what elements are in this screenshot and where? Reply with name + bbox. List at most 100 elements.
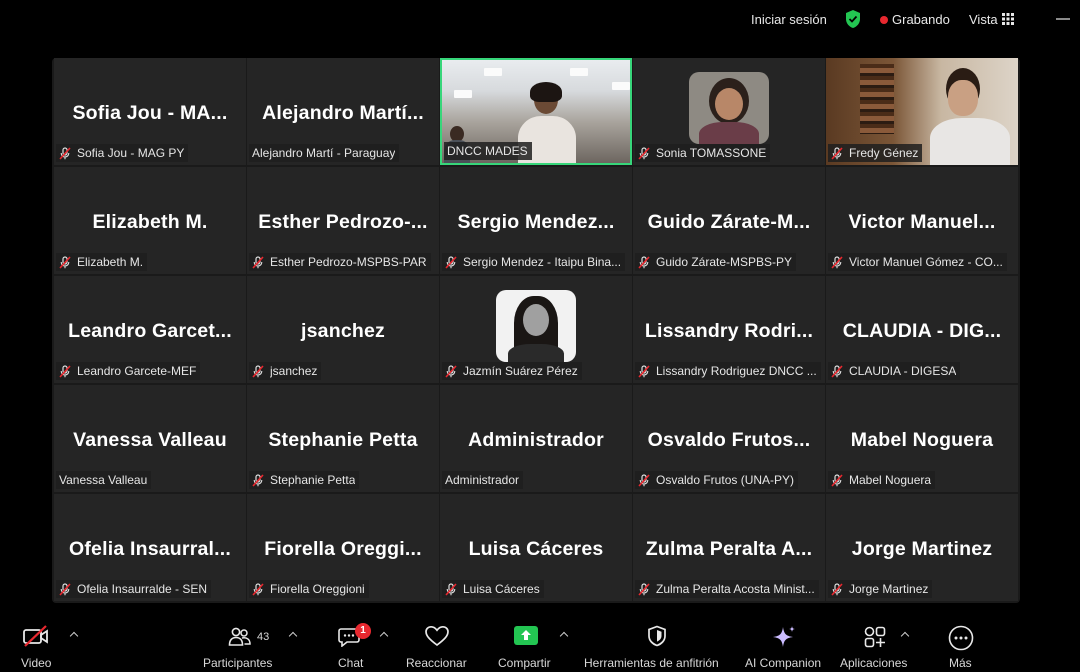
video-options-caret-icon[interactable] xyxy=(69,631,79,641)
mic-muted-icon xyxy=(252,473,264,487)
participant-name-text: Jazmín Suárez Pérez xyxy=(463,364,578,378)
participant-display-name: Fiorella Oreggi... xyxy=(264,538,422,560)
participant-tile[interactable]: Zulma Peralta A... Zulma Peralta Acosta M… xyxy=(633,494,825,601)
participant-tile[interactable]: Victor Manuel... Victor Manuel Gómez - CO… xyxy=(826,167,1018,274)
participant-name-text: Stephanie Petta xyxy=(270,473,356,487)
mic-muted-icon xyxy=(831,255,843,269)
participant-display-name: CLAUDIA - DIG... xyxy=(842,320,1002,342)
participant-tile[interactable]: Lissandry Rodri... Lissandry Rodriguez DN… xyxy=(633,276,825,383)
mic-muted-icon xyxy=(59,364,71,378)
participant-name-text: Mabel Noguera xyxy=(849,473,932,487)
participant-tile[interactable]: Ofelia Insaurral... Ofelia Insaurralde - … xyxy=(54,494,246,601)
participant-name-label: Sonia TOMASSONE xyxy=(635,144,771,162)
recording-status[interactable]: Grabando xyxy=(892,12,950,27)
host-tools-label: Herramientas de anfitrión xyxy=(584,656,719,670)
participant-display-name: Zulma Peralta A... xyxy=(645,538,813,560)
host-tools-button[interactable]: Herramientas de anfitrión xyxy=(583,615,733,672)
share-label: Compartir xyxy=(498,656,551,670)
ai-companion-button[interactable]: AI Companion xyxy=(744,615,826,672)
participant-name-label: Vanessa Valleau xyxy=(56,471,152,489)
mic-muted-icon xyxy=(638,582,650,596)
shield-icon[interactable] xyxy=(844,9,862,29)
apps-label: Aplicaciones xyxy=(840,656,908,670)
mic-muted-icon xyxy=(445,582,457,596)
participant-tile[interactable]: Leandro Garcet... Leandro Garcete-MEF xyxy=(54,276,246,383)
participant-name-label: Sofia Jou - MAG PY xyxy=(56,144,189,162)
participant-tile[interactable]: Sofia Jou - MA... Sofia Jou - MAG PY xyxy=(54,58,246,165)
chat-unread-badge: 1 xyxy=(355,623,371,639)
participants-label: Participantes xyxy=(203,656,273,670)
share-button[interactable]: Compartir xyxy=(496,615,556,672)
participant-display-name: Guido Zárate-M... xyxy=(647,211,811,233)
participant-tile[interactable]: Elizabeth M. Elizabeth M. xyxy=(54,167,246,274)
heart-icon xyxy=(425,625,449,647)
video-off-icon xyxy=(23,625,48,647)
participant-name-text: Sonia TOMASSONE xyxy=(656,146,767,160)
participant-display-name: Leandro Garcet... xyxy=(68,320,232,342)
participant-display-name: Alejandro Martí... xyxy=(262,102,424,124)
ai-companion-label: AI Companion xyxy=(745,656,822,670)
participant-name-label: Stephanie Petta xyxy=(249,471,360,489)
participant-name-text: Alejandro Martí - Paraguay xyxy=(252,146,396,160)
participant-name-label: Lissandry Rodriguez DNCC ... xyxy=(635,362,821,380)
share-caret-icon[interactable] xyxy=(559,631,569,641)
grid-view-icon[interactable] xyxy=(1002,13,1014,25)
mic-muted-icon xyxy=(59,146,71,160)
participant-tile[interactable]: Fiorella Oreggi... Fiorella Oreggioni xyxy=(247,494,439,601)
video-button[interactable]: Video xyxy=(18,615,58,672)
mic-muted-icon xyxy=(59,255,71,269)
participant-name-label: Alejandro Martí - Paraguay xyxy=(249,144,400,162)
host-shield-icon xyxy=(648,625,666,647)
participant-gallery: Sofia Jou - MA... Sofia Jou - MAG PY Aleja… xyxy=(52,58,1020,603)
participant-tile[interactable]: Administrador Administrador xyxy=(440,385,632,492)
participant-tile[interactable]: Osvaldo Frutos... Osvaldo Frutos (UNA-PY) xyxy=(633,385,825,492)
participant-display-name: Luisa Cáceres xyxy=(468,538,604,560)
participant-tile[interactable]: CLAUDIA - DIG... CLAUDIA - DIGESA xyxy=(826,276,1018,383)
participant-name-label: Sergio Mendez - Itaipu Bina... xyxy=(442,253,626,271)
more-label: Más xyxy=(949,656,972,670)
participants-button[interactable]: 43 Participantes xyxy=(202,615,282,672)
participants-count: 43 xyxy=(257,631,270,643)
participant-tile[interactable]: Mabel Noguera Mabel Noguera xyxy=(826,385,1018,492)
apps-button[interactable]: Aplicaciones xyxy=(838,615,912,672)
participant-name-label: jsanchez xyxy=(249,362,322,380)
participant-tile[interactable]: Alejandro Martí... Alejandro Martí - Para… xyxy=(247,58,439,165)
participant-display-name: Sofia Jou - MA... xyxy=(72,102,228,124)
mic-muted-icon xyxy=(831,146,843,160)
mic-muted-icon xyxy=(831,473,843,487)
view-button[interactable]: Vista xyxy=(969,12,998,27)
participant-display-name: Elizabeth M. xyxy=(92,211,208,233)
participant-name-text: CLAUDIA - DIGESA xyxy=(849,364,957,378)
participant-tile[interactable]: Stephanie Petta Stephanie Petta xyxy=(247,385,439,492)
participants-caret-icon[interactable] xyxy=(288,631,298,641)
participant-tile[interactable]: Sonia TOMASSONE xyxy=(633,58,825,165)
participant-tile[interactable]: Luisa Cáceres Luisa Cáceres xyxy=(440,494,632,601)
chat-button[interactable]: 1 Chat xyxy=(334,615,371,672)
participant-name-label: Esther Pedrozo-MSPBS-PAR xyxy=(249,253,431,271)
participant-display-name: jsanchez xyxy=(301,320,385,342)
participant-tile[interactable]: Sergio Mendez... Sergio Mendez - Itaipu B… xyxy=(440,167,632,274)
participant-tile[interactable]: Esther Pedrozo-... Esther Pedrozo-MSPBS-P… xyxy=(247,167,439,274)
participant-tile[interactable]: Guido Zárate-M... Guido Zárate-MSPBS-PY xyxy=(633,167,825,274)
participant-tile[interactable]: Jorge Martinez Jorge Martinez xyxy=(826,494,1018,601)
participant-name-text: Vanessa Valleau xyxy=(59,473,148,487)
participant-tile[interactable]: Fredy Génez xyxy=(826,58,1018,165)
participant-tile[interactable]: DNCC MADES xyxy=(440,58,632,165)
participant-name-text: Leandro Garcete-MEF xyxy=(77,364,197,378)
participant-display-name: Sergio Mendez... xyxy=(457,211,615,233)
participant-name-text: Lissandry Rodriguez DNCC ... xyxy=(656,364,817,378)
top-bar: Iniciar sesión Grabando Vista xyxy=(0,0,1080,40)
minimize-icon[interactable] xyxy=(1056,18,1070,20)
sign-in-link[interactable]: Iniciar sesión xyxy=(751,12,827,27)
react-button[interactable]: Reaccionar xyxy=(404,615,470,672)
participant-display-name: Vanessa Valleau xyxy=(73,429,227,451)
participant-tile[interactable]: Vanessa Valleau Vanessa Valleau xyxy=(54,385,246,492)
participant-tile[interactable]: jsanchez jsanchez xyxy=(247,276,439,383)
chat-label: Chat xyxy=(338,656,364,670)
participant-name-text: Ofelia Insaurralde - SEN xyxy=(77,582,208,596)
participant-tile[interactable]: Jazmín Suárez Pérez xyxy=(440,276,632,383)
chat-caret-icon[interactable] xyxy=(379,631,389,641)
participant-name-text: Esther Pedrozo-MSPBS-PAR xyxy=(270,255,427,269)
participant-name-text: Osvaldo Frutos (UNA-PY) xyxy=(656,473,795,487)
more-button[interactable]: Más xyxy=(946,615,976,672)
